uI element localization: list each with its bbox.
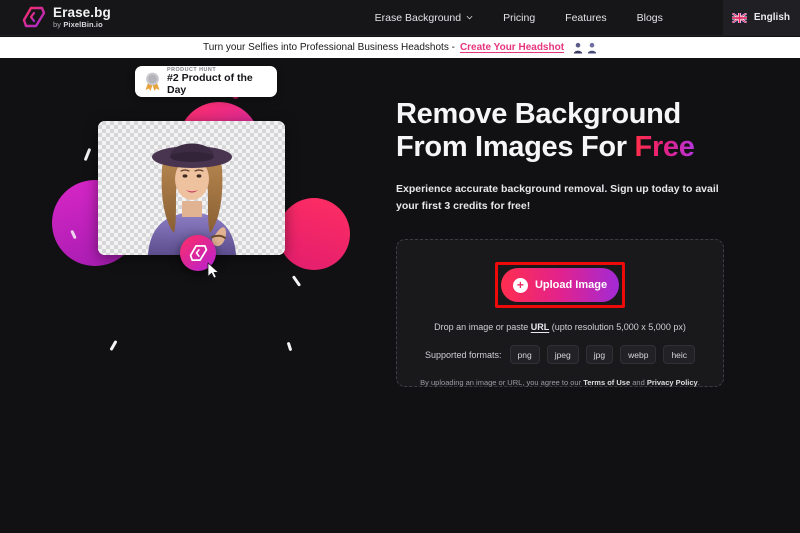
format-chip-webp[interactable]: webp bbox=[620, 345, 657, 365]
banner-cta-link[interactable]: Create Your Headshot bbox=[460, 42, 564, 53]
top-navigation-bar: Erase.bg by PixelBin.io Erase Background… bbox=[0, 0, 800, 36]
drop-suffix: (upto resolution 5,000 x 5,000 px) bbox=[549, 322, 686, 333]
paste-url-link[interactable]: URL bbox=[531, 322, 550, 332]
brand-text-block: Erase.bg by PixelBin.io bbox=[53, 6, 111, 28]
format-chip-jpeg[interactable]: jpeg bbox=[546, 345, 579, 365]
terms-of-use-link[interactable]: Terms of Use bbox=[583, 378, 630, 387]
format-chip-png[interactable]: png bbox=[509, 345, 540, 365]
erasebg-mark-icon bbox=[189, 245, 207, 261]
banner-text: Turn your Selfies into Professional Busi… bbox=[202, 42, 455, 53]
nav-links: Erase Background Pricing Features Blogs bbox=[375, 0, 800, 36]
brand-name: Erase.bg bbox=[53, 5, 111, 21]
decorative-blob bbox=[278, 198, 350, 270]
person-avatar-icon bbox=[573, 42, 583, 53]
nav-item-label: Features bbox=[565, 11, 607, 24]
nav-item-pricing[interactable]: Pricing bbox=[503, 12, 535, 24]
legal-prefix: By uploading an image or URL, you agree … bbox=[420, 378, 584, 388]
drop-prefix: Drop an image or paste bbox=[434, 322, 531, 333]
hero-section: PRODUCT HUNT #2 Product of the Day Remov… bbox=[0, 58, 800, 533]
product-hunt-badge[interactable]: PRODUCT HUNT #2 Product of the Day bbox=[135, 66, 277, 97]
supported-formats-row: Supported formats: png jpeg jpg webp hei… bbox=[424, 345, 696, 365]
medal-icon bbox=[145, 72, 160, 91]
product-hunt-title: #2 Product of the Day bbox=[167, 71, 253, 96]
supported-formats-label: Supported formats: bbox=[424, 349, 502, 360]
upload-dropzone[interactable]: + Upload Image Drop an image or paste UR… bbox=[396, 239, 724, 388]
decorative-spark bbox=[286, 341, 293, 352]
headline-line-2: From Images For bbox=[396, 131, 635, 164]
format-chip-jpg[interactable]: jpg bbox=[585, 345, 614, 365]
hero-subheading: Experience accurate background removal. … bbox=[396, 183, 719, 213]
decorative-spark bbox=[109, 339, 118, 352]
language-selector[interactable]: English bbox=[722, 0, 800, 36]
decorative-spark bbox=[83, 147, 92, 162]
hero-content: Remove Background From Images For Free E… bbox=[396, 98, 736, 388]
brand-logo[interactable]: Erase.bg by PixelBin.io bbox=[22, 6, 111, 28]
erasebg-logo-icon bbox=[22, 7, 46, 28]
upload-button-highlight-annotation: + Upload Image bbox=[495, 262, 625, 309]
uk-flag-icon bbox=[731, 12, 747, 23]
upload-button-label: Upload Image bbox=[534, 279, 608, 292]
banner-icons bbox=[573, 42, 597, 54]
legal-and: and bbox=[630, 378, 647, 388]
mouse-pointer-icon bbox=[207, 262, 219, 279]
hero-visual: PRODUCT HUNT #2 Product of the Day bbox=[52, 66, 370, 370]
format-chip-heic[interactable]: heic bbox=[663, 345, 696, 365]
page-root: Erase.bg by PixelBin.io Erase Background… bbox=[0, 0, 800, 533]
nav-item-features[interactable]: Features bbox=[565, 12, 606, 24]
nav-item-label: Erase Background bbox=[374, 11, 462, 24]
language-label: English bbox=[753, 12, 790, 23]
nav-item-blogs[interactable]: Blogs bbox=[637, 12, 663, 24]
person-avatar-icon bbox=[587, 42, 597, 53]
chevron-down-icon bbox=[466, 15, 473, 20]
legal-suffix: . bbox=[697, 378, 700, 388]
privacy-policy-link[interactable]: Privacy Policy bbox=[647, 378, 698, 387]
nav-item-label: Pricing bbox=[503, 11, 536, 24]
upload-image-button[interactable]: + Upload Image bbox=[501, 268, 619, 303]
product-hunt-text: PRODUCT HUNT #2 Product of the Day bbox=[167, 67, 268, 97]
legal-disclaimer: By uploading an image or URL, you agree … bbox=[420, 378, 700, 387]
drop-instruction: Drop an image or paste URL (upto resolut… bbox=[434, 322, 686, 332]
nav-item-label: Blogs bbox=[636, 11, 663, 24]
decorative-spark bbox=[291, 275, 302, 287]
headline-line-1: Remove Background bbox=[396, 98, 681, 130]
nav-item-erase-background[interactable]: Erase Background bbox=[375, 12, 473, 24]
headline-highlight: Free bbox=[634, 131, 695, 164]
plus-icon: + bbox=[512, 277, 528, 293]
brand-byline: by PixelBin.io bbox=[53, 19, 103, 29]
page-title: Remove Background From Images For Free bbox=[396, 98, 736, 164]
announcement-banner: Turn your Selfies into Professional Busi… bbox=[0, 37, 800, 58]
